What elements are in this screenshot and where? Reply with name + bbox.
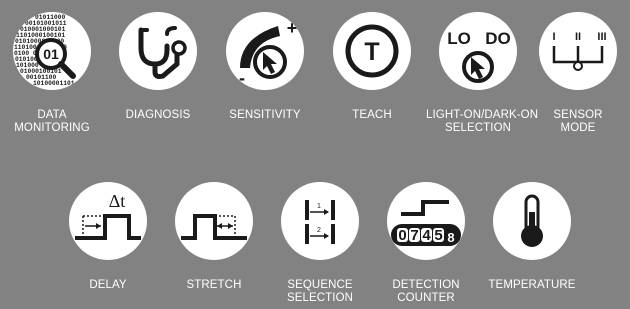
feature-label: DATA MONITORING: [14, 109, 90, 134]
svg-text:10100001101: 10100001101: [33, 80, 75, 87]
svg-text:5: 5: [434, 227, 442, 244]
svg-text:LO: LO: [447, 29, 471, 48]
svg-text:-: -: [239, 68, 245, 88]
thermometer-icon: [493, 182, 571, 260]
svg-text:0: 0: [398, 227, 406, 244]
svg-text:1: 1: [317, 203, 321, 210]
feature-temperature: TEMPERATURE: [480, 182, 584, 292]
feature-diagnosis: DIAGNOSIS: [106, 12, 210, 122]
sensitivity-knob-icon: + -: [226, 12, 304, 90]
feature-label: TEMPERATURE: [488, 279, 576, 291]
feature-label: DIAGNOSIS: [125, 109, 191, 121]
feature-label: TEACH: [352, 109, 392, 121]
svg-text:8: 8: [447, 230, 454, 245]
feature-label: LIGHT-ON/DARK-ON SELECTION: [426, 109, 539, 134]
svg-text:II: II: [575, 31, 581, 43]
badge-text: 01: [43, 46, 59, 62]
magnifier-binary-icon: 01011000 00101001011 010001000101 110100…: [13, 12, 91, 90]
svg-text:4: 4: [422, 227, 431, 244]
feature-label: SENSOR MODE: [553, 109, 603, 134]
teach-icon: T: [333, 12, 411, 90]
light-dark-selector-icon: LO DO: [439, 12, 517, 90]
svg-text:III: III: [597, 31, 606, 43]
svg-text:7: 7: [410, 227, 418, 244]
feature-light-dark-selection: LO DO LIGHT-ON/DARK-ON SELECTION: [426, 12, 539, 135]
feature-label: STRETCH: [186, 279, 242, 291]
feature-label: DELAY: [89, 279, 127, 291]
feature-delay: Δt DELAY: [56, 182, 160, 292]
detection-counter-icon: 0 7 4 5 8: [387, 182, 465, 260]
svg-text:DO: DO: [485, 29, 511, 48]
delay-timing-icon: Δt: [69, 182, 147, 260]
feature-teach: T TEACH: [320, 12, 424, 122]
feature-sequence-selection: 1 2 SEQUENCE SELECTION: [268, 182, 372, 305]
stretch-timing-icon: [175, 182, 253, 260]
feature-data-monitoring: 01011000 00101001011 010001000101 110100…: [0, 12, 104, 135]
stethoscope-icon: [119, 12, 197, 90]
feature-sensor-mode: I II III SENSOR MODE: [526, 12, 630, 135]
feature-sensitivity: + - SENSITIVITY: [213, 12, 317, 122]
feature-label: SENSITIVITY: [229, 109, 301, 121]
feature-detection-counter: 0 7 4 5 8 DETECTION COUNTER: [374, 182, 478, 305]
feature-label: DETECTION COUNTER: [392, 279, 460, 304]
sensor-mode-switch-icon: I II III: [539, 12, 617, 90]
feature-stretch: STRETCH: [162, 182, 266, 292]
feature-label: SEQUENCE SELECTION: [286, 279, 354, 304]
svg-text:+: +: [287, 18, 298, 38]
svg-text:T: T: [364, 38, 379, 66]
svg-text:Δt: Δt: [109, 191, 126, 211]
sequence-icon: 1 2: [281, 182, 359, 260]
svg-text:I: I: [552, 31, 555, 43]
svg-text:2: 2: [317, 227, 321, 234]
